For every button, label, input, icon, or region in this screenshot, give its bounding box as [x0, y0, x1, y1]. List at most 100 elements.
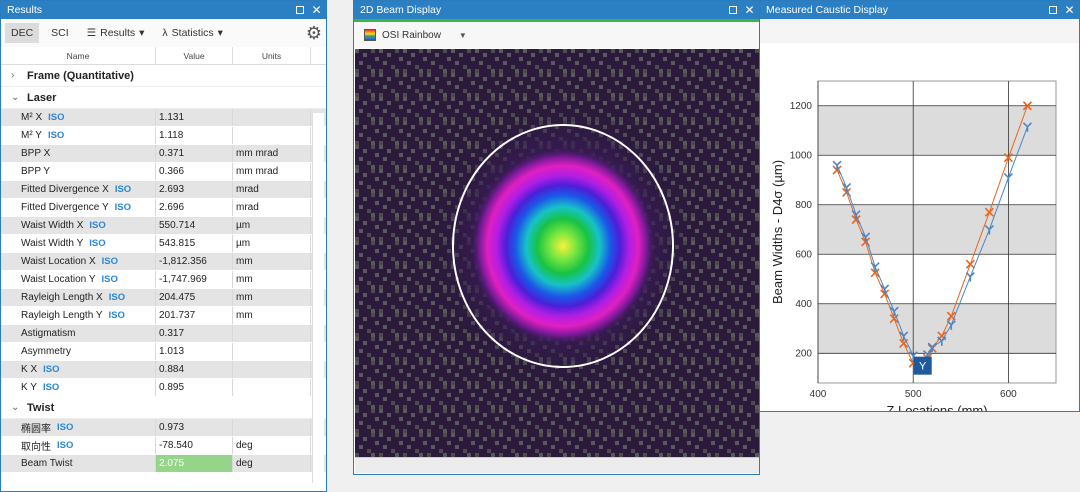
- row-name-cell: Waist Location Y ISO: [1, 271, 156, 288]
- table-row[interactable]: 椭圆率 ISO 0.973: [1, 419, 326, 437]
- palette-dropdown[interactable]: OSI Rainbow ▼: [354, 22, 759, 48]
- close-icon[interactable]: ✕: [311, 4, 322, 16]
- table-row[interactable]: Fitted Divergence X ISO 2.693 mrad: [1, 181, 326, 199]
- beam-title: 2D Beam Display: [360, 4, 442, 16]
- row-units: [233, 109, 311, 126]
- row-units: deg: [233, 437, 311, 454]
- close-icon[interactable]: ✕: [744, 4, 755, 16]
- waist-marker-label: Y: [919, 361, 927, 373]
- table-row[interactable]: M² Y ISO 1.118: [1, 127, 326, 145]
- table-row[interactable]: Waist Location X ISO -1,812.356 mm: [1, 253, 326, 271]
- row-value: 0.973: [156, 419, 233, 436]
- table-row[interactable]: Asymmetry 1.013: [1, 343, 326, 361]
- beam-display-panel: 2D Beam Display ✕ OSI Rainbow ▼: [353, 0, 760, 475]
- iso-badge: ISO: [57, 440, 74, 451]
- palette-label: OSI Rainbow: [382, 29, 441, 41]
- table-row[interactable]: Waist Width Y ISO 543.815 µm: [1, 235, 326, 253]
- column-units-header[interactable]: Units: [233, 47, 311, 64]
- row-name-cell: M² X ISO: [1, 109, 156, 126]
- table-row[interactable]: BPP Y 0.366 mm mrad: [1, 163, 326, 181]
- row-name-cell: Rayleigh Length X ISO: [1, 289, 156, 306]
- row-value: -1,747.969: [156, 271, 233, 288]
- row-value: 1.013: [156, 343, 233, 360]
- column-name-header[interactable]: Name: [1, 47, 156, 64]
- table-row[interactable]: Beam Twist 2.075 deg: [1, 455, 326, 473]
- gear-icon[interactable]: ⚙: [306, 23, 322, 44]
- x-tick-label: 600: [1000, 389, 1017, 400]
- results-panel: Results ✕ DEC SCI ☰ Results ▾ λ Statisti…: [0, 0, 327, 492]
- row-name: Waist Width X: [21, 220, 84, 231]
- row-name-cell: BPP X: [1, 145, 156, 162]
- caustic-titlebar: Measured Caustic Display ✕: [760, 1, 1079, 19]
- row-units: mm: [233, 307, 311, 324]
- iso-badge: ISO: [48, 112, 65, 123]
- table-row[interactable]: K X ISO 0.884: [1, 361, 326, 379]
- chevron-down-icon: ▾: [139, 27, 145, 39]
- sci-button[interactable]: SCI: [45, 23, 75, 43]
- results-scrollbar[interactable]: [312, 113, 324, 483]
- row-name: Waist Location Y: [21, 274, 96, 285]
- row-name-cell: K X ISO: [1, 361, 156, 378]
- table-row[interactable]: Fitted Divergence Y ISO 2.696 mrad: [1, 199, 326, 217]
- results-toolbar: DEC SCI ☰ Results ▾ λ Statistics ▾ ⚙: [1, 19, 326, 47]
- close-icon[interactable]: ✕: [1064, 4, 1075, 16]
- table-row[interactable]: 取向性 ISO -78.540 deg: [1, 437, 326, 455]
- group-laser-label: Laser: [27, 91, 57, 104]
- row-name-cell: Waist Location X ISO: [1, 253, 156, 270]
- list-icon: ☰: [86, 27, 97, 39]
- row-name: Fitted Divergence Y: [21, 202, 109, 213]
- iso-badge: ISO: [108, 310, 125, 321]
- data-point-y: [880, 284, 890, 294]
- statistics-dropdown-label: Statistics: [171, 27, 214, 39]
- row-units: [233, 343, 311, 360]
- maximize-icon[interactable]: [1047, 5, 1058, 16]
- row-value: 2.693: [156, 181, 233, 198]
- chevron-down-icon: ⌄: [11, 92, 20, 103]
- column-value-header[interactable]: Value: [156, 47, 233, 64]
- table-row[interactable]: Waist Location Y ISO -1,747.969 mm: [1, 271, 326, 289]
- row-units: [233, 419, 311, 436]
- row-name-cell: Waist Width Y ISO: [1, 235, 156, 252]
- dec-button[interactable]: DEC: [5, 23, 40, 43]
- table-row[interactable]: K Y ISO 0.895: [1, 379, 326, 397]
- results-column-header: Name Value Units: [1, 47, 326, 65]
- data-point-y: [841, 182, 852, 193]
- row-value: 2.075: [156, 455, 233, 472]
- table-row[interactable]: M² X ISO 1.131: [1, 109, 326, 127]
- maximize-icon[interactable]: [727, 5, 738, 16]
- row-name: Astigmatism: [21, 328, 76, 339]
- iso-badge: ISO: [114, 184, 132, 195]
- iso-badge: ISO: [89, 238, 106, 249]
- beam-image[interactable]: [355, 49, 759, 457]
- table-row[interactable]: Astigmatism 0.317: [1, 325, 326, 343]
- table-row[interactable]: Rayleigh Length X ISO 204.475 mm: [1, 289, 326, 307]
- y-tick-label: 200: [795, 348, 812, 359]
- iso-badge: ISO: [42, 382, 60, 393]
- table-row[interactable]: Waist Width X ISO 550.714 µm: [1, 217, 326, 235]
- twist-rows: 椭圆率 ISO 0.973 取向性 ISO -78.540 deg Beam Twist 2.0…: [1, 419, 326, 473]
- row-value: 1.118: [156, 127, 233, 144]
- beam-footer: [355, 457, 759, 473]
- table-row[interactable]: BPP X 0.371 mm mrad: [1, 145, 326, 163]
- row-value: 1.131: [156, 109, 233, 126]
- chevron-down-icon: ▾: [217, 27, 223, 39]
- x-axis-label: Z Locations (mm): [886, 403, 987, 411]
- y-tick-label: 1200: [790, 101, 813, 112]
- caustic-chart[interactable]: 200 400 600 800 1000 1200 400 500 600 Z Locations…: [760, 43, 1079, 418]
- row-value: 550.714: [156, 217, 233, 234]
- results-dropdown[interactable]: ☰ Results ▾: [81, 23, 151, 43]
- maximize-icon[interactable]: [294, 5, 305, 16]
- group-twist[interactable]: ⌄ Twist: [1, 397, 326, 419]
- statistics-dropdown[interactable]: λ Statistics ▾: [156, 23, 229, 43]
- row-units: mrad: [233, 199, 311, 216]
- row-name: 取向性: [21, 442, 51, 453]
- results-title: Results: [7, 4, 43, 16]
- iso-badge: ISO: [89, 220, 106, 231]
- table-row[interactable]: Rayleigh Length Y ISO 201.737 mm: [1, 307, 326, 325]
- beam-image-svg: [355, 49, 759, 457]
- row-value: 543.815: [156, 235, 233, 252]
- y-tick-label: 400: [795, 299, 812, 310]
- group-laser[interactable]: ⌄ Laser: [1, 87, 326, 109]
- y-axis-label: Beam Widths - D4σ (µm): [770, 160, 785, 304]
- group-frame[interactable]: › Frame (Quantitative): [1, 65, 326, 87]
